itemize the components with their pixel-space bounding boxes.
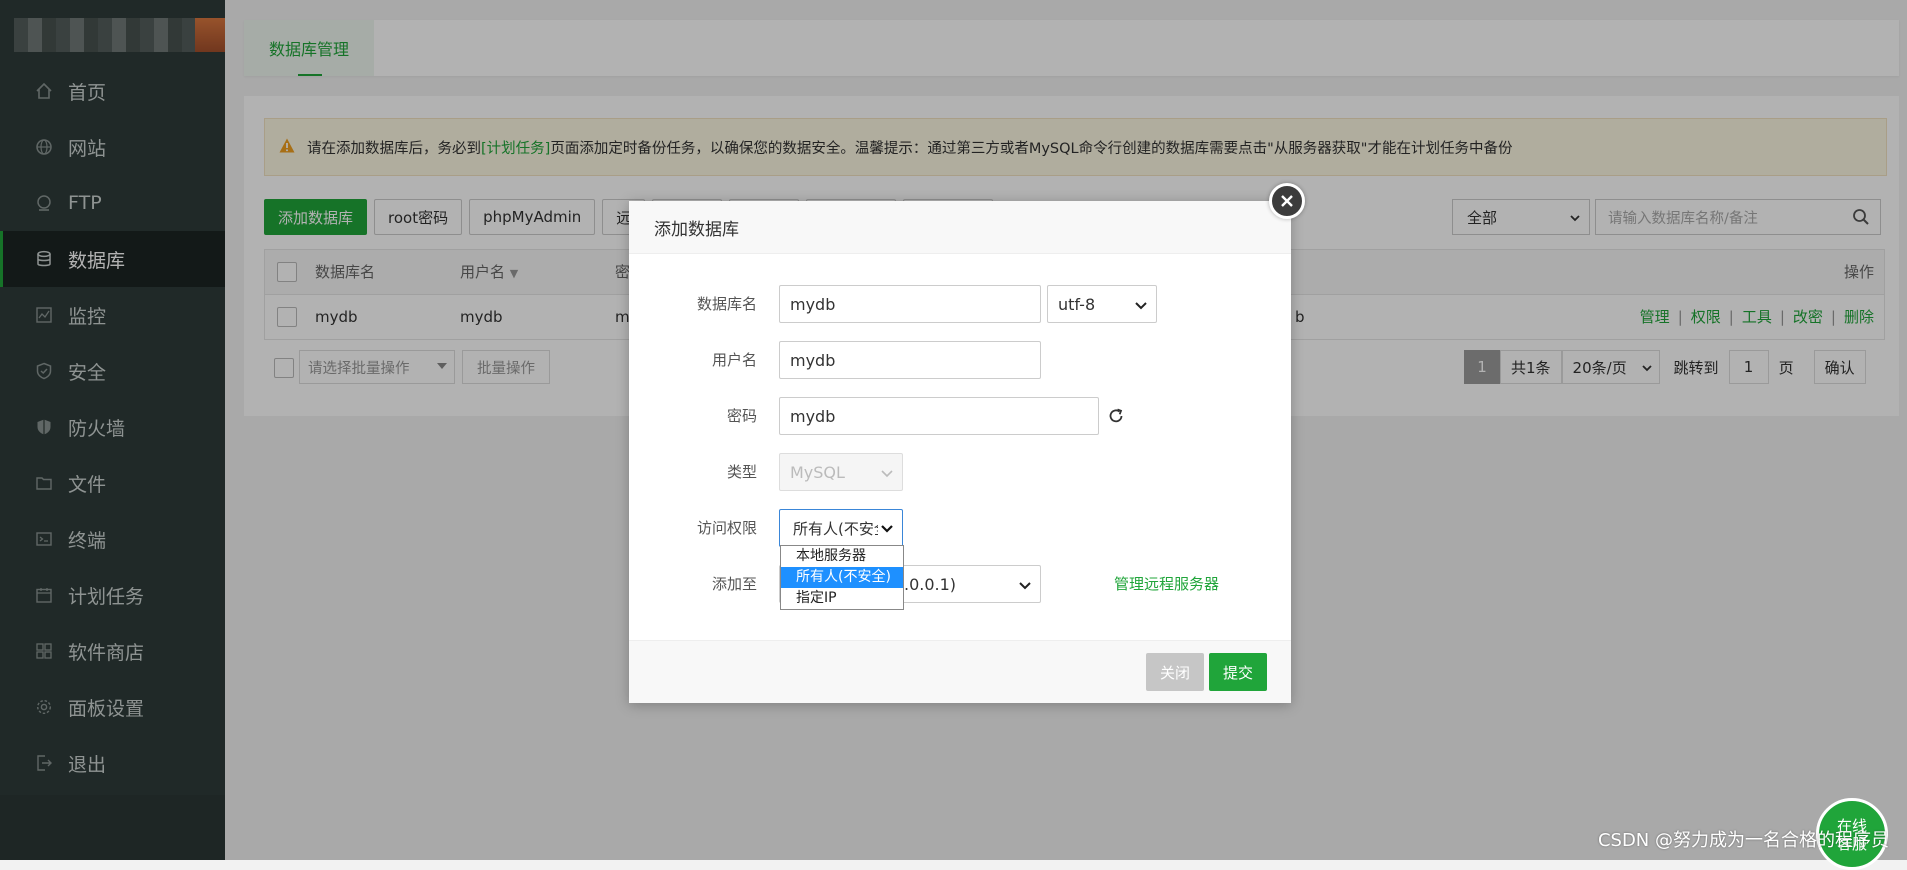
access-option-local[interactable]: 本地服务器 (781, 546, 903, 567)
db-name-label: 数据库名 (696, 295, 757, 313)
access-option-ip[interactable]: 指定IP (781, 588, 903, 609)
type-label: 类型 (726, 463, 757, 481)
server-value: .0.0.1) (904, 574, 957, 594)
db-name-row: 数据库名 mydb utf-8 (629, 285, 1291, 323)
add-database-dialog: 添加数据库 数据库名 mydb utf-8 用户名 mydb 密码 mydb 类… (629, 183, 1305, 703)
type-select: MySQL (779, 453, 903, 491)
access-row: 访问权限 所有人(不安全) (629, 509, 1291, 547)
watermark: CSDN @努力成为一名合格的程序员 (1597, 830, 1889, 851)
chevron-down-icon (1134, 297, 1148, 316)
password-input[interactable]: mydb (779, 397, 1099, 435)
charset-select[interactable]: utf-8 (1047, 285, 1157, 323)
add-to-row: 添加至 .0.0.1) 管理远程服务器 (629, 565, 1291, 603)
close-button[interactable]: 关闭 (1146, 653, 1204, 691)
charset-value: utf-8 (1058, 294, 1096, 314)
add-to-label: 添加至 (711, 575, 757, 593)
manage-remote-server-link[interactable]: 管理远程服务器 (1114, 565, 1219, 603)
type-row: 类型 MySQL (629, 453, 1291, 491)
password-label: 密码 (726, 407, 757, 425)
type-value: MySQL (790, 462, 845, 482)
refresh-icon[interactable] (1107, 407, 1125, 429)
chevron-down-icon (880, 465, 894, 484)
username-input[interactable]: mydb (779, 341, 1041, 379)
username-label: 用户名 (711, 351, 757, 369)
access-select[interactable]: 所有人(不安全) (779, 509, 903, 547)
chevron-down-icon (878, 521, 894, 539)
dialog-footer: 关闭 提交 (629, 640, 1291, 703)
chevron-down-icon (1018, 577, 1032, 596)
submit-button[interactable]: 提交 (1209, 653, 1267, 691)
dialog-title: 添加数据库 (629, 201, 1291, 254)
password-row: 密码 mydb (629, 397, 1291, 435)
access-option-all[interactable]: 所有人(不安全) (781, 567, 903, 588)
access-dropdown: 本地服务器 所有人(不安全) 指定IP (780, 545, 904, 610)
db-name-input[interactable]: mydb (779, 285, 1041, 323)
username-row: 用户名 mydb (629, 341, 1291, 379)
access-label: 访问权限 (696, 519, 757, 537)
close-icon[interactable] (1269, 183, 1305, 219)
